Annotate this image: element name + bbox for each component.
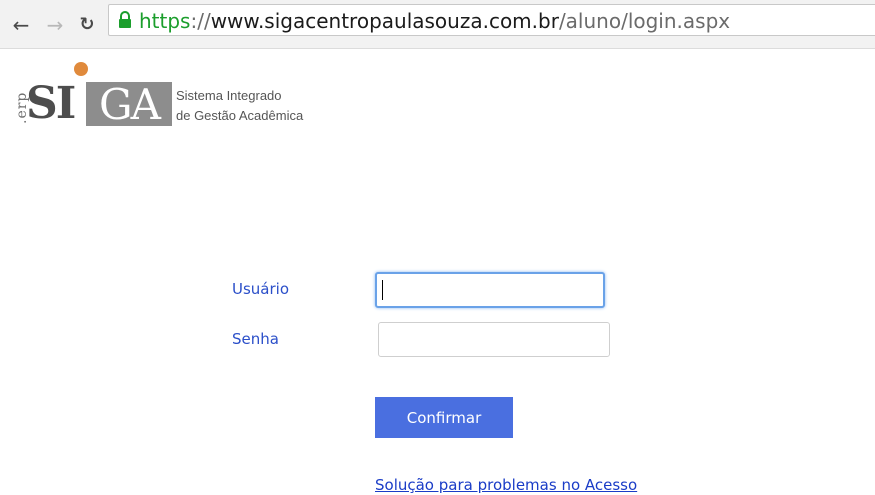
- url-text[interactable]: https://www.sigacentropaulasouza.com.br/…: [139, 9, 730, 33]
- password-input[interactable]: [378, 322, 610, 357]
- user-label: Usuário: [232, 280, 290, 298]
- logo-subtitle: Sistema Integrado de Gestão Acadêmica: [176, 86, 303, 126]
- password-label: Senha: [232, 330, 279, 348]
- logo-si-text: SI: [26, 78, 76, 129]
- url-scheme: https: [139, 9, 191, 33]
- user-input[interactable]: [375, 272, 605, 308]
- browser-toolbar: ← → ↻ https://www.sigacentropaulasouza.c…: [0, 0, 875, 49]
- confirm-button[interactable]: Confirmar: [375, 397, 513, 438]
- text-caret: [382, 280, 383, 300]
- logo-ga-block: GA: [86, 82, 172, 128]
- logo-subtitle-line2: de Gestão Acadêmica: [176, 108, 304, 123]
- address-bar[interactable]: https://www.sigacentropaulasouza.com.br/…: [108, 4, 875, 36]
- arrow-back-icon[interactable]: ←: [10, 14, 32, 36]
- arrow-forward-icon[interactable]: →: [44, 14, 66, 36]
- access-help-link[interactable]: Solução para problemas no Acesso: [375, 476, 637, 494]
- siga-logo: .erp SI GA Sistema Integrado de Gestão A…: [10, 62, 350, 132]
- url-host: www.sigacentropaulasouza.com.br: [210, 9, 559, 33]
- url-separator: ://: [190, 9, 211, 33]
- url-path: /aluno/login.aspx: [558, 9, 731, 33]
- reload-icon[interactable]: ↻: [76, 14, 98, 36]
- logo-dot: [74, 62, 88, 76]
- lock-icon: [118, 11, 132, 33]
- logo-subtitle-line1: Sistema Integrado: [176, 88, 282, 103]
